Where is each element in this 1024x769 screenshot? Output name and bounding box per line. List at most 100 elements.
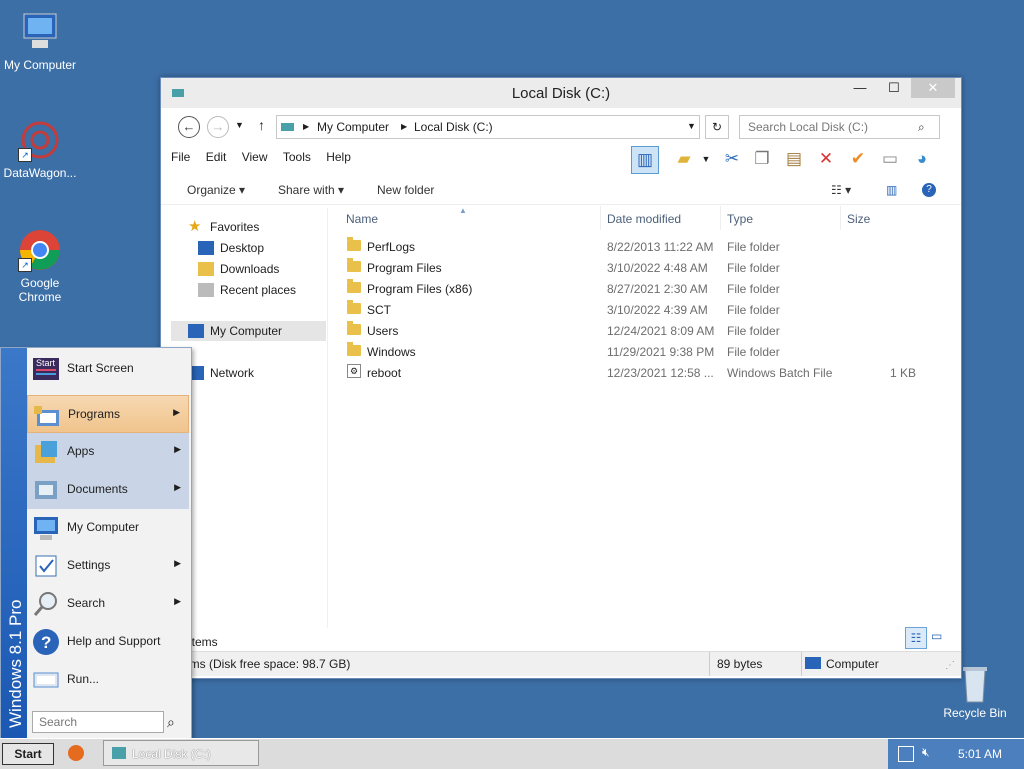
star-icon: ★ [188,218,202,235]
submenu-arrow-icon: ▶ [174,558,181,568]
nav-label: Desktop [220,241,265,255]
menu-file[interactable]: File [171,150,190,164]
start-button[interactable]: Start [2,743,54,765]
search-icon[interactable]: ⌕ [167,714,175,731]
start-item-my-computer[interactable]: My Computer [27,509,189,547]
share-with-label: Share with [278,183,335,197]
nav-my-computer[interactable]: My Computer [171,321,326,341]
refresh-icon[interactable]: ↻ [705,115,729,139]
start-item-documents[interactable]: Documents ▶ [27,471,189,509]
start-item-settings[interactable]: Settings ▶ [27,547,189,585]
nav-desktop[interactable]: Desktop [198,241,264,255]
menu-tools[interactable]: Tools [283,150,311,164]
details-pane-icon[interactable]: ▥ [886,183,897,197]
file-date: 8/22/2013 11:22 AM [607,240,714,254]
preview-pane-icon[interactable]: ▥ [631,146,659,174]
share-with-button[interactable]: Share with ▾ [278,183,344,197]
shell-icon[interactable]: ◕ [909,146,935,172]
address-row: ← → ▼ ↑ ▶ My Computer ▶ Local Disk (C:) … [161,115,961,139]
desktop-icon-datawagon[interactable]: ↗ DataWagon... [0,118,80,180]
file-row[interactable]: Windows 11/29/2021 9:38 PM File folder [337,341,961,362]
computer-icon [31,513,61,543]
start-item-search[interactable]: Search ▶ [27,585,189,623]
file-row[interactable]: Program Files 3/10/2022 4:48 AM File folde… [337,257,961,278]
organize-label: Organize [187,183,236,197]
up-button[interactable]: ↑ [258,117,265,133]
address-bar[interactable]: ▶ My Computer ▶ Local Disk (C:) ▼ [276,115,700,139]
item-count: items [189,635,218,649]
back-button[interactable]: ← [178,116,200,138]
batch-file-icon: ⚙ [347,364,361,378]
large-icons-view-icon[interactable]: ▭ [931,629,942,643]
documents-icon [31,475,61,505]
nav-network[interactable]: Network [188,366,254,380]
column-divider[interactable] [720,206,721,230]
start-search-input[interactable]: Search [32,711,164,733]
file-name: Program Files (x86) [367,282,473,296]
drive-icon [280,119,296,136]
volume-muted-icon[interactable]: 🔇︎ [922,745,930,760]
recent-locations-dropdown[interactable]: ▼ [235,120,244,130]
explorer-window: Local Disk (C:) — ☐ ✕ ← → ▼ ↑ ▶ My Compu… [160,77,962,679]
nav-downloads[interactable]: Downloads [198,262,279,276]
file-row[interactable]: Users 12/24/2021 8:09 AM File folder [337,320,961,341]
column-name[interactable]: Name [346,212,378,226]
organize-button[interactable]: Organize ▾ [187,183,245,197]
help-icon[interactable]: ? [922,183,936,197]
network-icon[interactable] [898,746,914,762]
file-row[interactable]: Program Files (x86) 8/27/2021 2:30 AM File… [337,278,961,299]
close-button[interactable]: ✕ [911,78,955,98]
properties-icon[interactable]: ▭ [877,146,903,172]
clock[interactable]: 5:01 AM [958,747,1002,761]
breadcrumb-my-computer[interactable]: My Computer [317,120,389,134]
start-screen-icon: Start [31,354,61,384]
column-size[interactable]: Size [847,212,870,226]
file-row[interactable]: PerfLogs 8/22/2013 11:22 AM File folder [337,236,961,257]
menu-view[interactable]: View [242,150,268,164]
minimize-button[interactable]: — [845,78,875,98]
menu-edit[interactable]: Edit [206,150,227,164]
column-divider[interactable] [600,206,601,230]
submenu-arrow-icon: ▶ [173,407,180,417]
new-folder-button[interactable]: New folder [377,183,434,197]
address-dropdown-icon[interactable]: ▼ [687,121,696,131]
view-options-icon[interactable]: ☷ ▾ [831,183,851,197]
start-item-help-and-support[interactable]: ? Help and Support [27,623,189,661]
divider [801,652,802,676]
firefox-icon[interactable] [68,745,84,761]
title-bar[interactable]: Local Disk (C:) — ☐ ✕ [161,78,961,108]
forward-button[interactable]: → [207,116,229,138]
taskbar: Start Local Disk (C:) 🔇︎ 5:01 AM [0,738,1024,769]
options-dropdown-icon[interactable]: ▼ [693,146,719,172]
desktop-icon-my-computer[interactable]: My Computer [0,10,80,72]
nav-recent-places[interactable]: Recent places [198,283,296,297]
start-menu-banner: Windows 8.1 Pro [1,348,27,739]
details-view-icon[interactable]: ☷ [905,627,927,649]
paste-icon[interactable]: ▤ [781,146,807,172]
column-type[interactable]: Type [727,212,753,226]
copy-icon[interactable]: ❐ [749,146,775,172]
start-item-programs[interactable]: Programs ▶ [27,395,189,433]
cut-icon[interactable]: ✂ [719,146,745,172]
nav-favorites[interactable]: ★ Favorites [188,218,259,235]
delete-icon[interactable]: ✕ [813,146,839,172]
start-item-start-screen[interactable]: Start Start Screen [27,350,189,388]
start-item-apps[interactable]: Apps ▶ [27,433,189,471]
resize-grip-icon[interactable]: ⋰ [945,660,955,671]
start-tile-text: Start [36,358,56,368]
desktop-icon-google-chrome[interactable]: ↗ Google Chrome [0,228,80,304]
maximize-button[interactable]: ☐ [879,78,909,98]
column-date-modified[interactable]: Date modified [607,212,681,226]
checkmark-icon[interactable]: ✔ [845,146,871,172]
file-row[interactable]: ⚙ reboot 12/23/2021 12:58 ... Windows Batch… [337,362,961,383]
column-divider[interactable] [840,206,841,230]
file-name: Users [367,324,399,338]
file-row[interactable]: SCT 3/10/2022 4:39 AM File folder [337,299,961,320]
breadcrumb-local-disk[interactable]: Local Disk (C:) [414,120,493,134]
search-input[interactable]: Search Local Disk (C:) ⌕ [739,115,940,139]
menu-help[interactable]: Help [326,150,351,164]
downloads-icon [198,262,214,276]
start-item-run[interactable]: Run... [27,661,189,699]
taskbar-button-local-disk[interactable]: Local Disk (C:) [103,740,259,766]
file-type: File folder [727,324,780,338]
